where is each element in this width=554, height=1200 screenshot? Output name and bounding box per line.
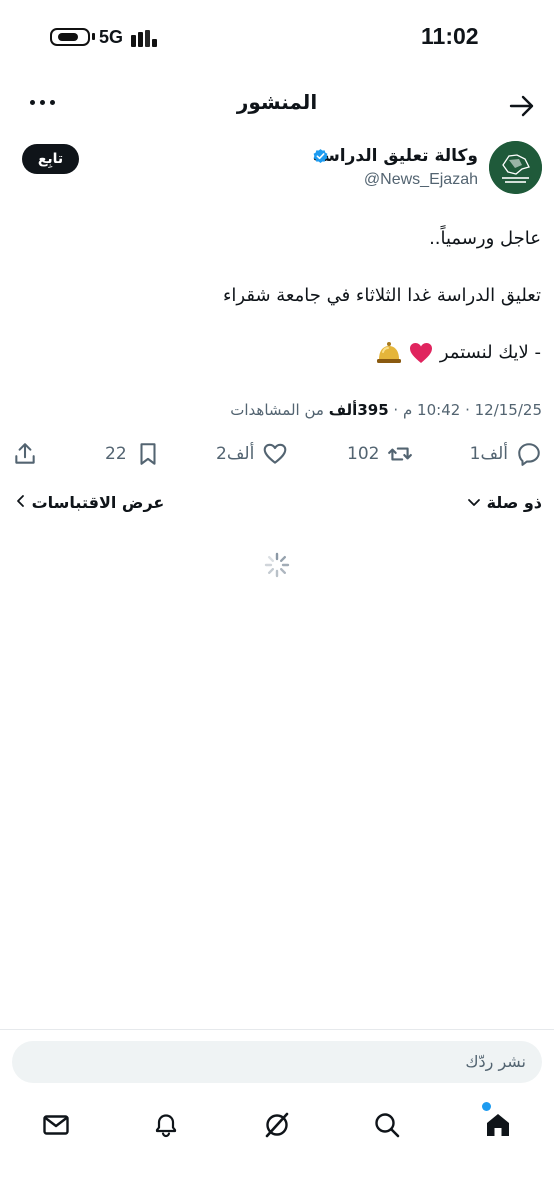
status-bar: 5G 11:02 [0,0,554,78]
meta-separator: · [465,401,470,419]
repost-action[interactable]: 102 [347,440,413,468]
bookmark-icon [140,443,156,465]
like-action[interactable]: 2ألف [216,440,288,468]
relevance-sort-dropdown[interactable]: ذو صلة [467,493,542,512]
messages-icon[interactable] [41,1110,71,1140]
status-time: 11:02 [421,23,479,49]
post-text-line-2: تعليق الدراسة غدا الثلاثاء في جامعة شقرا… [222,285,541,306]
share-icon [15,443,35,464]
verified-badge-icon [313,149,328,163]
reply-placeholder: نشر ردّك [465,1052,526,1071]
notifications-icon[interactable] [151,1110,181,1140]
bookmark-count: 22 [105,444,127,464]
home-icon[interactable] [483,1110,513,1140]
author-handle[interactable]: @News_Ejazah [364,171,478,189]
battery-tip [92,33,95,40]
reply-icon [518,443,540,466]
quotes-label: عرض الاقتباسات [31,493,165,512]
avatar-logo-icon [489,141,542,194]
post-text-line-1: عاجل ورسمياً.. [429,228,541,249]
reply-action[interactable]: 1ألف [470,440,542,468]
follow-button[interactable]: تابِع [22,144,79,174]
battery-icon [50,28,90,46]
search-icon[interactable] [372,1110,402,1140]
back-arrow-icon[interactable] [508,94,536,118]
post-time: 10:42 م [402,401,461,419]
meta-separator: · [393,401,399,419]
post-text-line-3-text: - لايك لنستمر [439,342,541,363]
loading-spinner-icon [264,552,290,578]
like-count: 2ألف [216,444,255,464]
page-title: المنشور [236,90,318,114]
repost-count: 102 [347,444,380,464]
post-date: 12/15/25 [474,401,542,419]
battery-level [58,33,78,41]
author-display-name[interactable]: وكالة تعليق الدراسة [313,146,478,166]
reply-input[interactable]: نشر ردّك [12,1041,542,1083]
relevance-label: ذو صلة [486,493,542,512]
bell-emoji [377,342,402,363]
signal-icon [131,27,161,47]
views-label: من المشاهدات [230,401,324,419]
post-text-line-3: - لايك لنستمر [376,340,541,366]
views-count: 395ألف [328,401,389,419]
chevron-down-icon [468,499,480,506]
bookmark-action[interactable]: 22 [105,440,161,468]
heart-emoji [410,343,433,363]
network-type: 5G [99,27,124,47]
view-quotes-link[interactable]: عرض الاقتباسات [16,493,164,512]
composer-divider [0,1029,554,1030]
post-timestamp-views: 12/15/25 · 10:42 م · 395ألف من المشاهدات [230,401,542,419]
repost-icon [388,447,413,461]
chevron-left-icon [17,495,24,507]
share-action[interactable] [12,440,38,468]
grok-icon[interactable] [262,1110,292,1140]
heart-icon [264,443,287,464]
reply-count: 1ألف [469,444,508,464]
top-app-bar: المنشور [0,78,554,134]
avatar[interactable] [489,141,542,194]
